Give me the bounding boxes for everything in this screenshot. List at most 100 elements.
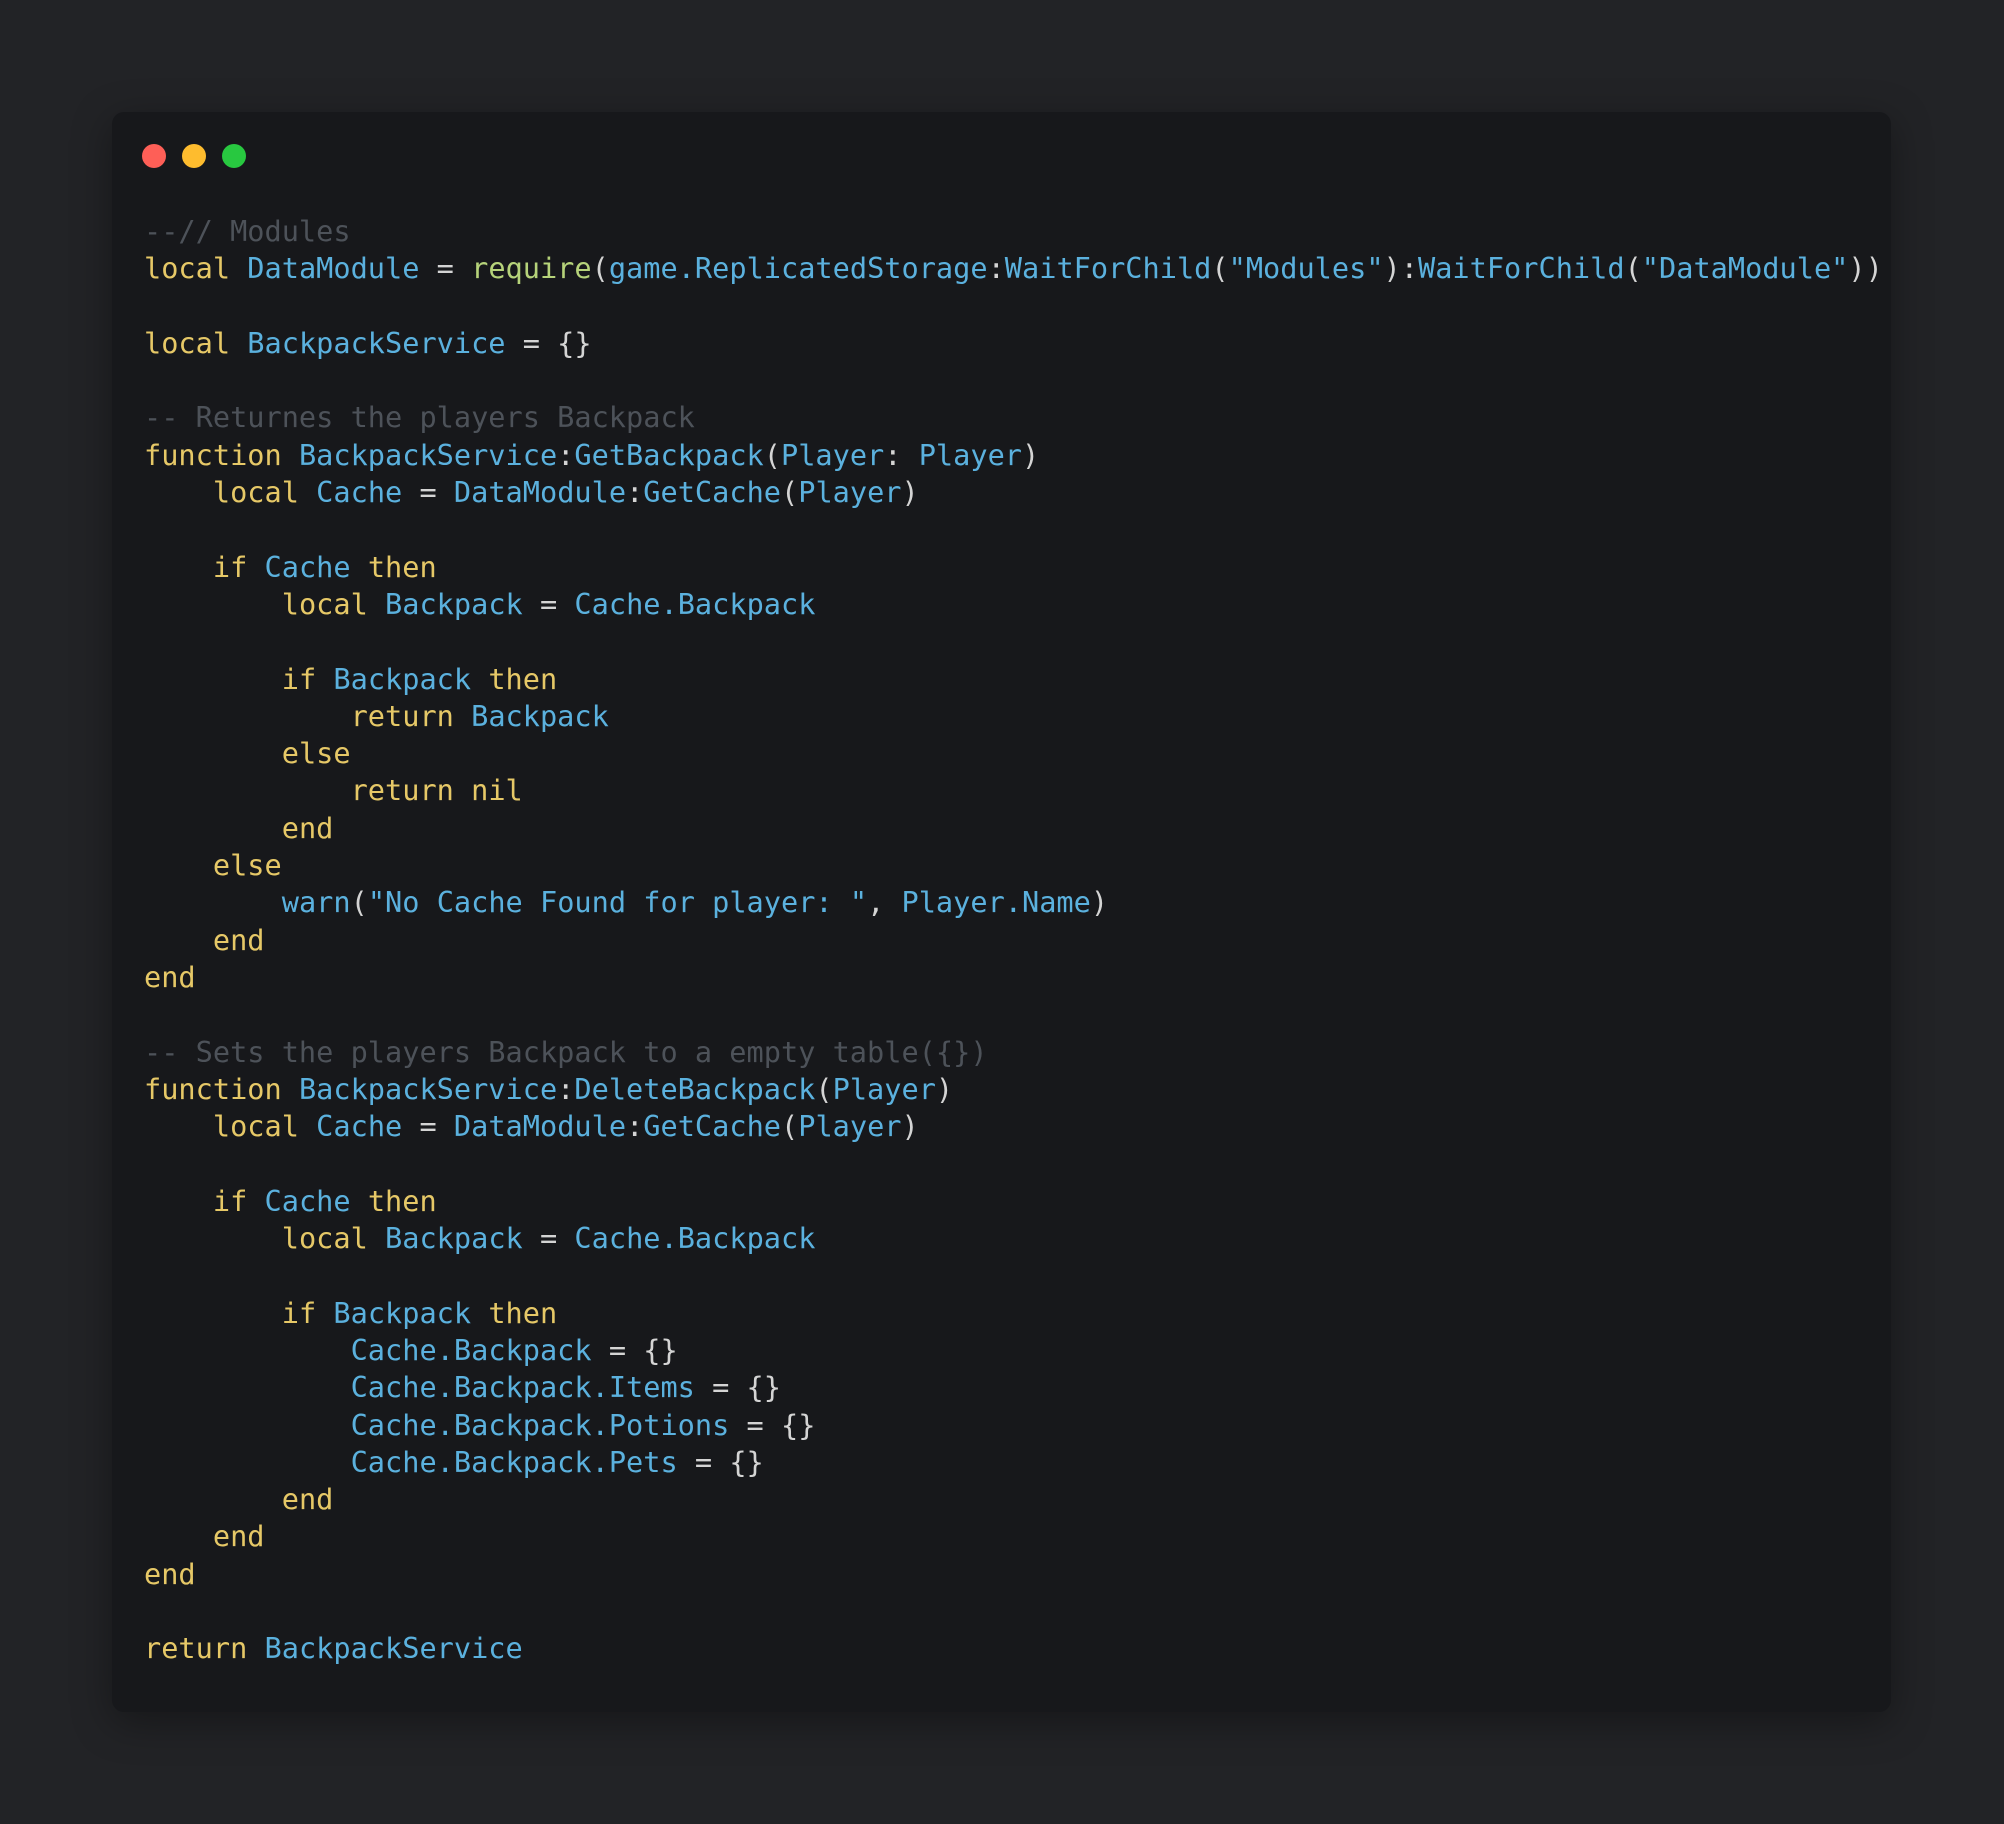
code-token-keyword: if [281, 661, 334, 696]
code-token-op: ( [591, 251, 609, 286]
code-token-keyword: local [281, 586, 386, 621]
code-token-op: = {} [694, 1370, 781, 1405]
code-token-ident: Cache.Backpack.Pets [350, 1444, 678, 1479]
code-token-op: ( [350, 885, 368, 920]
code-line: end [144, 1481, 1883, 1518]
code-token-ident: Backpack [333, 1295, 472, 1330]
code-line: if Backpack then [144, 1295, 1883, 1332]
code-token-op: ( [781, 1109, 799, 1144]
minimize-dot[interactable] [182, 144, 206, 168]
code-line: -- Sets the players Backpack to a empty … [144, 1034, 1883, 1071]
maximize-dot[interactable] [222, 144, 246, 168]
code-token-ident: GetCache [643, 1109, 782, 1144]
code-token-ident: Cache [264, 549, 351, 584]
code-token-op: : [557, 1071, 575, 1106]
code-token-ident: DataModule [247, 251, 420, 286]
code-token-keyword: return nil [350, 773, 523, 808]
code-token-keyword: if [281, 1295, 334, 1330]
code-token-op: = [522, 1221, 575, 1256]
code-line: Cache.Backpack = {} [144, 1332, 1883, 1369]
window-controls [142, 144, 246, 168]
code-token-ident: WaitForChild [1004, 251, 1212, 286]
code-token-ident: Player [798, 475, 902, 510]
code-token-ident: Cache.Backpack [574, 586, 816, 621]
code-token-keyword: else [212, 848, 282, 883]
code-token-keyword: if [212, 1183, 265, 1218]
code-line: warn("No Cache Found for player: ", Play… [144, 884, 1883, 921]
code-line: if Backpack then [144, 661, 1883, 698]
code-line: if Cache then [144, 549, 1883, 586]
code-line: else [144, 735, 1883, 772]
code-line: function BackpackService:DeleteBackpack(… [144, 1071, 1883, 1108]
code-token-string: "Modules" [1228, 251, 1384, 286]
code-token-keyword: local [212, 1109, 317, 1144]
code-token-keyword: function [144, 1071, 299, 1106]
code-token-op: : [987, 251, 1005, 286]
code-token-ident: DataModule [453, 475, 627, 510]
code-window: --// Modules local DataModule = require(g… [112, 112, 1891, 1712]
code-token-comment: -- Returnes the players Backpack [144, 400, 695, 435]
code-token-string: "DataModule" [1641, 251, 1849, 286]
code-token-builtin: require [471, 251, 592, 286]
code-line: local Cache = DataModule:GetCache(Player… [144, 1108, 1883, 1145]
code-line: else [144, 847, 1883, 884]
code-token-op: = {} [729, 1407, 816, 1442]
code-line: if Cache then [144, 1183, 1883, 1220]
code-token-op: )) [1848, 251, 1883, 286]
code-token-op: ) [1022, 437, 1040, 472]
code-line: -- Returnes the players Backpack [144, 399, 1883, 436]
code-token-op: ) [901, 475, 919, 510]
code-token-ident: game.ReplicatedStorage [608, 251, 988, 286]
code-token-ident: Cache [316, 475, 403, 510]
code-line: local BackpackService = {} [144, 325, 1883, 362]
code-token-keyword: end [281, 1482, 334, 1517]
code-token-ident: Player [918, 437, 1023, 472]
code-token-op: ( [815, 1071, 833, 1106]
code-token-ident: Backpack [333, 661, 472, 696]
code-block: --// Modules local DataModule = require(g… [144, 213, 1883, 1668]
code-token-keyword: return [350, 698, 472, 733]
code-token-keyword: end [144, 959, 196, 994]
code-token-op: ) [901, 1109, 919, 1144]
code-token-op: ( [781, 475, 799, 510]
close-dot[interactable] [142, 144, 166, 168]
code-token-ident: Cache [316, 1109, 403, 1144]
code-token-keyword: if [212, 549, 265, 584]
code-token-op: = {} [677, 1444, 764, 1479]
code-token-op: = [402, 475, 454, 510]
code-line: local DataModule = require(game.Replicat… [144, 250, 1883, 287]
code-token-op: = {} [591, 1332, 678, 1367]
code-token-ident: warn [281, 885, 351, 920]
code-token-ident: Backpack [385, 586, 523, 621]
code-token-ident: GetBackpack [574, 437, 764, 472]
code-token-ident: BackpackService [247, 325, 506, 360]
code-token-ident: GetCache [643, 475, 782, 510]
code-token-keyword: return [144, 1631, 265, 1666]
code-token-op: : [557, 437, 575, 472]
code-line: Cache.Backpack.Pets = {} [144, 1444, 1883, 1481]
code-token-op: ) [1090, 885, 1109, 920]
code-token-keyword: local [144, 325, 248, 360]
code-token-ident: Player [832, 1071, 936, 1106]
code-token-ident: Cache.Backpack.Items [350, 1370, 695, 1405]
code-token-ident: Backpack [385, 1221, 523, 1256]
code-token-op: = [522, 586, 575, 621]
